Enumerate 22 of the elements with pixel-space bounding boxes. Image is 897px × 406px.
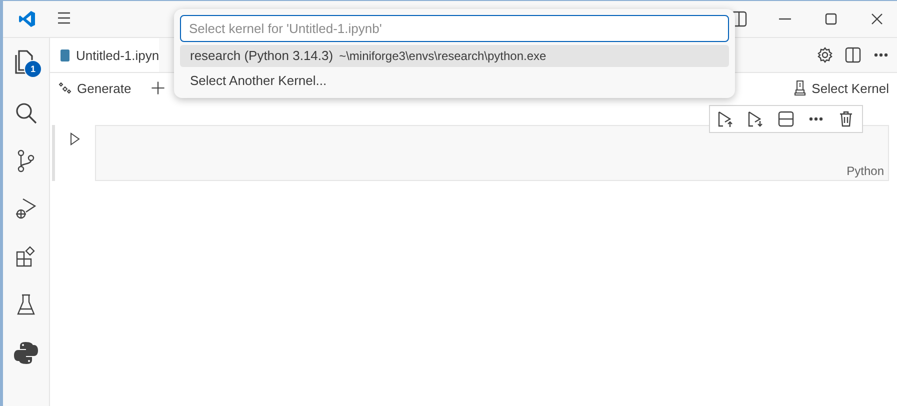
kernel-icon xyxy=(792,80,807,96)
kernel-name: research (Python 3.14.3) xyxy=(190,47,334,65)
kernel-option[interactable]: Select Another Kernel... xyxy=(180,70,729,92)
code-cell[interactable]: Python xyxy=(95,125,889,181)
notification-badge: 1 xyxy=(24,60,42,78)
add-icon[interactable] xyxy=(149,79,168,97)
split-cell-icon[interactable] xyxy=(776,109,796,129)
generate-button[interactable]: Generate xyxy=(58,80,132,96)
python-icon[interactable] xyxy=(13,340,39,366)
editor-tab[interactable]: Untitled-1.ipyn xyxy=(50,38,160,72)
kernel-name: Select Another Kernel... xyxy=(190,72,327,90)
cell-language[interactable]: Python xyxy=(846,164,888,180)
search-icon[interactable] xyxy=(13,100,39,126)
sparkle-icon xyxy=(58,81,72,95)
kernel-search-field[interactable]: Select kernel for 'Untitled-1.ipynb' xyxy=(180,15,729,42)
kernel-path: ~\miniforge3\envs\research\python.exe xyxy=(339,48,546,65)
app-logo xyxy=(18,10,36,28)
notebook-icon xyxy=(60,48,70,62)
kernel-option[interactable]: research (Python 3.14.3) ~\miniforge3\envs\research\python.exe xyxy=(180,45,729,67)
settings-icon[interactable] xyxy=(815,45,835,65)
split-editor-icon[interactable] xyxy=(843,45,863,65)
select-kernel-button[interactable]: Select Kernel xyxy=(792,80,889,96)
